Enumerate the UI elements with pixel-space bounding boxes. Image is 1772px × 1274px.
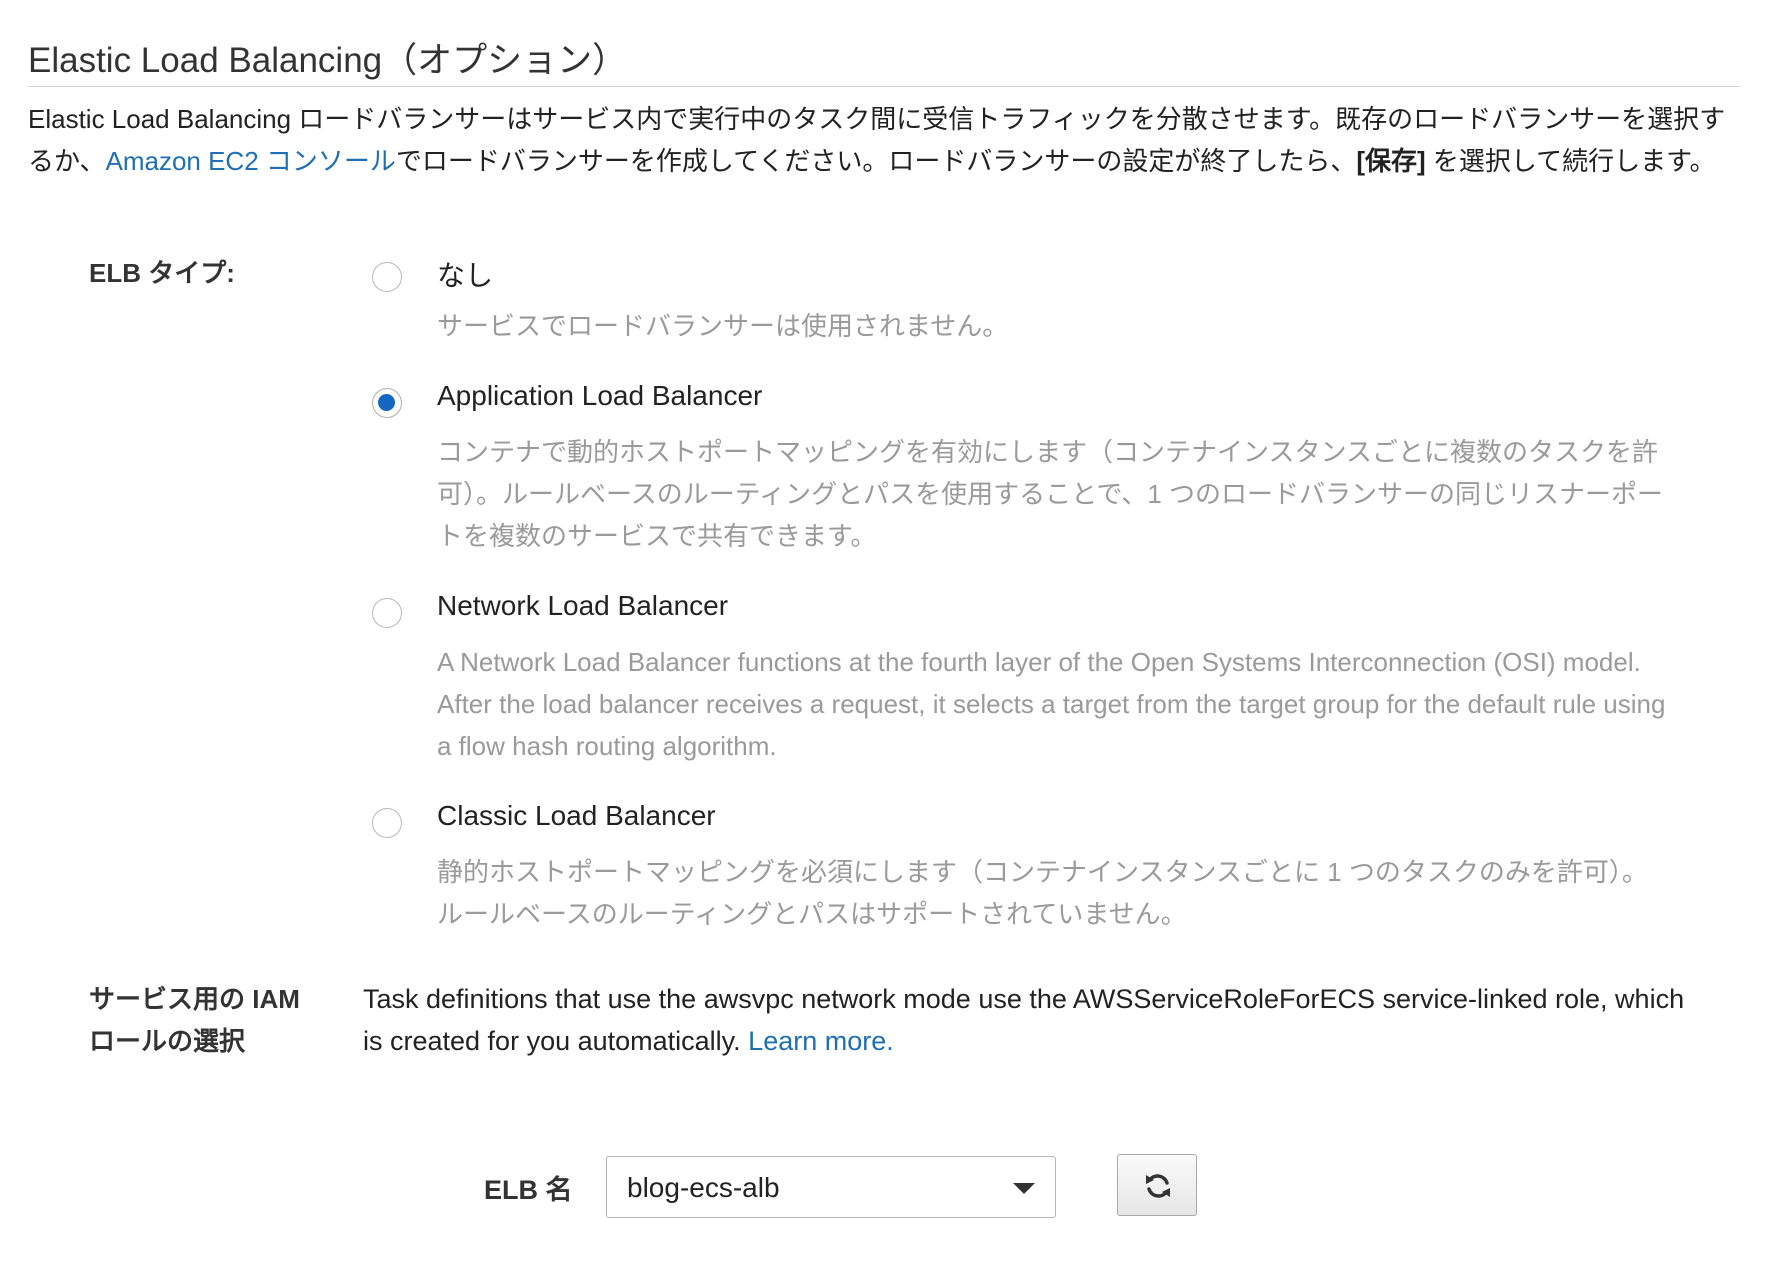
refresh-button[interactable] <box>1117 1154 1197 1216</box>
radio-button-network-load-balancer[interactable] <box>372 598 402 628</box>
radio-label-none[interactable]: なし <box>437 254 493 294</box>
radio-description-none: サービスでロードバランサーは使用されません。 <box>437 311 1009 341</box>
radio-description-application-load-balancer: コンテナで動的ホストポートマッピングを有効にします（コンテナインスタンスごとに複… <box>437 437 1664 551</box>
ec2-console-link[interactable]: Amazon EC2 コンソール <box>105 146 395 176</box>
radio-description-network-load-balancer: A Network Load Balancer functions at the… <box>437 647 1666 761</box>
elb-name-select[interactable]: blog-ecs-alb <box>606 1156 1056 1218</box>
section-divider <box>28 86 1740 87</box>
learn-more-link[interactable]: Learn more. <box>748 1026 894 1056</box>
radio-label-application-load-balancer[interactable]: Application Load Balancer <box>437 380 762 412</box>
elb-name-selected-value: blog-ecs-alb <box>627 1172 780 1203</box>
radio-label-network-load-balancer[interactable]: Network Load Balancer <box>437 590 728 622</box>
iam-role-label: サービス用の IAM ロールの選択 <box>89 984 300 1056</box>
description-text-end: を選択して続行します。 <box>1425 146 1716 176</box>
description-text-continued: でロードバランサーを作成してください。ロードバランサーの設定が終了したら、 <box>395 146 1357 176</box>
save-keyword: [保存] <box>1356 146 1426 176</box>
radio-label-classic-load-balancer[interactable]: Classic Load Balancer <box>437 800 716 832</box>
iam-role-text: Task definitions that use the awsvpc net… <box>363 978 1703 1062</box>
radio-button-classic-load-balancer[interactable] <box>372 808 402 838</box>
section-description: Elastic Load Balancing ロードバランサーはサービス内で実行… <box>28 98 1744 182</box>
elb-type-label: ELB タイプ: <box>89 258 235 288</box>
elb-name-label: ELB 名 <box>484 1175 573 1205</box>
section-title: Elastic Load Balancing（オプション） <box>28 41 628 80</box>
radio-button-application-load-balancer[interactable] <box>372 388 402 418</box>
caret-down-icon <box>1013 1183 1035 1194</box>
radio-button-none[interactable] <box>372 262 402 292</box>
radio-description-classic-load-balancer: 静的ホストポートマッピングを必須にします（コンテナインスタンスごとに 1 つのタ… <box>437 857 1648 929</box>
iam-role-description: Task definitions that use the awsvpc net… <box>363 984 1685 1056</box>
refresh-icon <box>1146 1174 1170 1198</box>
